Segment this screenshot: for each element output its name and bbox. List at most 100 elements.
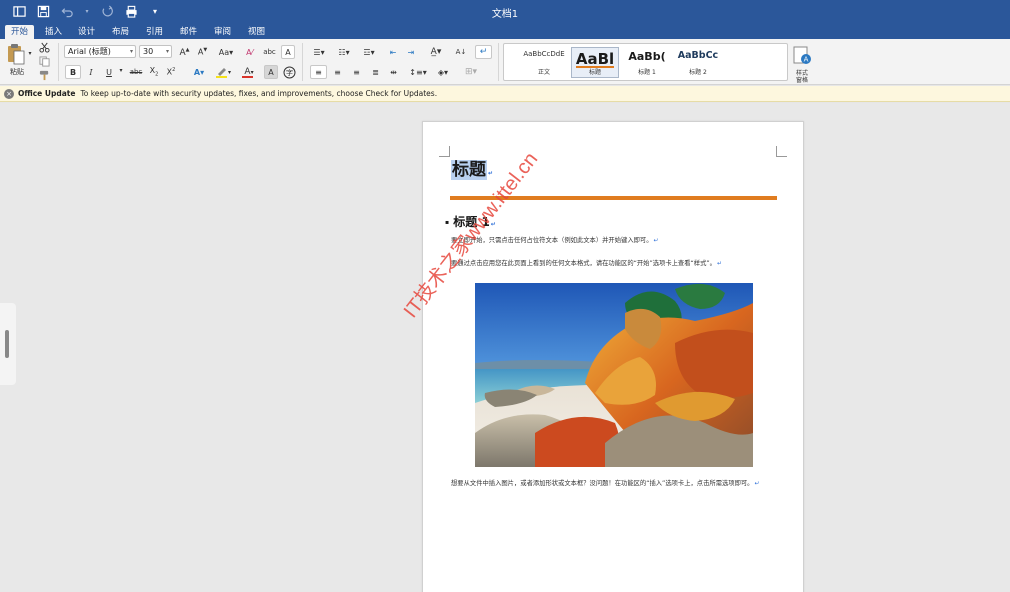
enclosed-character-icon: 字 — [283, 66, 296, 78]
margin-corner-marker — [439, 146, 450, 157]
styles-pane-label: 窗格 — [795, 76, 808, 84]
font-color-button[interactable]: A ▾ — [238, 65, 260, 79]
grow-font-button[interactable]: A▲ — [177, 45, 192, 59]
align-center-button[interactable]: ≡ — [329, 65, 346, 79]
style-heading-1[interactable]: AaBb( 标题 1 — [623, 47, 671, 78]
underline-icon: U — [106, 67, 112, 77]
character-shading-button[interactable]: A — [264, 65, 278, 79]
font-family-select[interactable]: Arial (标题) ▾ — [64, 45, 136, 58]
sort-icon: A↓ — [455, 48, 467, 56]
tab-home[interactable]: 开始 — [5, 25, 35, 39]
justify-button[interactable]: ≣ — [367, 65, 384, 79]
highlight-color-button[interactable]: ▾ — [211, 65, 236, 79]
paragraph-text: 要通过点击应用您在此页面上看到的任何文本格式，请在功能区的“开始”选项卡上查看“… — [451, 260, 716, 267]
body-paragraph[interactable]: 要立即开始，只需点击任何占位符文本（例如此文本）并开始键入即可。↵ — [451, 236, 781, 246]
align-left-button[interactable]: ≡ — [310, 65, 327, 79]
styles-gallery: AaBbCcDdE 正文 AaBl 标题 AaBb( 标题 1 AaBbCc 标… — [503, 43, 788, 81]
paragraph-text: 想要从文件中插入图片，或者添加形状或文本框？没问题！在功能区的“插入”选项卡上，… — [451, 480, 754, 487]
subscript-icon: X2 — [149, 66, 159, 78]
shading-button[interactable]: ◈▾ — [432, 65, 454, 79]
inserted-picture[interactable] — [475, 283, 753, 467]
style-heading-2[interactable]: AaBbCc 标题 2 — [674, 47, 722, 78]
close-icon[interactable]: × — [4, 89, 14, 99]
tab-insert[interactable]: 插入 — [39, 25, 68, 39]
style-preview: AaBb( — [628, 50, 666, 63]
tab-references[interactable]: 引用 — [140, 25, 169, 39]
asian-layout-button[interactable]: A̲▾ — [425, 45, 447, 59]
sort-button[interactable]: A↓ — [452, 45, 470, 59]
distributed-button[interactable]: ⇹ — [385, 65, 402, 79]
tab-mailings[interactable]: 邮件 — [174, 25, 203, 39]
italic-button[interactable]: I — [84, 65, 98, 79]
body-paragraph[interactable]: 要通过点击应用您在此页面上看到的任何文本格式，请在功能区的“开始”选项卡上查看“… — [451, 259, 781, 269]
multilevel-list-icon: ☲▾ — [363, 47, 375, 57]
increase-indent-button[interactable]: ⇥ — [403, 45, 419, 59]
style-name: 标题 — [588, 69, 601, 76]
font-size-select[interactable]: 30 ▾ — [139, 45, 172, 58]
sidebar-handle[interactable] — [0, 303, 16, 385]
phonetic-guide-icon: abc — [263, 48, 276, 56]
underline-dropdown-icon[interactable]: ▾ — [118, 67, 124, 74]
bold-button[interactable]: B — [65, 65, 81, 79]
superscript-button[interactable]: X2 — [164, 65, 178, 79]
decrease-indent-icon: ⇤ — [389, 47, 397, 57]
title-bar: ▾ ▾ 文档1 — [0, 0, 1010, 24]
phonetic-guide-button[interactable]: abc — [261, 45, 278, 59]
style-title[interactable]: AaBl 标题 — [571, 47, 619, 78]
copy-icon[interactable] — [38, 55, 50, 67]
tab-layout[interactable]: 布局 — [106, 25, 135, 39]
underline-button[interactable]: U — [102, 65, 116, 79]
clear-formatting-button[interactable]: A⁄ — [242, 45, 257, 59]
tab-design[interactable]: 设计 — [72, 25, 101, 39]
increase-indent-icon: ⇥ — [407, 47, 415, 57]
style-normal[interactable]: AaBbCcDdE 正文 — [520, 47, 568, 78]
tab-review[interactable]: 审阅 — [208, 25, 237, 39]
strikethrough-button[interactable]: abc — [127, 65, 145, 79]
font-color-swatch — [242, 76, 253, 78]
notification-message: To keep up-to-date with security updates… — [80, 89, 438, 98]
style-name: 标题 2 — [689, 69, 707, 76]
align-center-icon: ≡ — [334, 67, 341, 77]
svg-text:字: 字 — [286, 68, 293, 77]
paint-bucket-icon: ◈▾ — [437, 67, 449, 77]
paste-dropdown-icon[interactable]: ▾ — [27, 49, 33, 57]
show-formatting-button[interactable]: ↵ — [475, 45, 492, 59]
text-effects-button[interactable]: A▾ — [189, 65, 209, 79]
style-name: 标题 1 — [638, 69, 656, 76]
numbering-button[interactable]: ☷▾ — [333, 45, 355, 59]
borders-button[interactable]: ⊞▾ — [458, 65, 484, 79]
bullet-icon: ▪ — [445, 219, 450, 226]
clear-formatting-icon: A⁄ — [246, 47, 253, 57]
multilevel-list-button[interactable]: ☲▾ — [358, 45, 380, 59]
separator — [58, 43, 59, 81]
align-right-icon: ≡ — [353, 67, 360, 77]
enclose-characters-button[interactable]: 字 — [282, 65, 297, 79]
format-painter-icon[interactable] — [38, 69, 50, 81]
paragraph-mark-icon: ↵ — [754, 480, 760, 487]
tab-view[interactable]: 视图 — [242, 25, 271, 39]
paste-icon — [8, 44, 25, 65]
style-name: 正文 — [537, 69, 550, 76]
line-spacing-button[interactable]: ↕≡▾ — [407, 65, 429, 79]
paste-button[interactable] — [4, 42, 28, 66]
cut-icon[interactable] — [38, 41, 50, 53]
bullets-button[interactable]: ☰▾ — [308, 45, 330, 59]
highlight-color-swatch — [216, 76, 227, 78]
subscript-button[interactable]: X2 — [147, 65, 161, 79]
text-effects-icon: A▾ — [193, 67, 205, 77]
notification-title: Office Update — [18, 89, 76, 98]
document-page[interactable]: 标题 ↵ ▪ 标题 1↵ 要立即开始，只需点击任何占位符文本（例如此文本）并开始键… — [422, 121, 804, 592]
decrease-indent-button[interactable]: ⇤ — [385, 45, 401, 59]
style-accent-rule — [576, 66, 614, 68]
window-title: 文档1 — [491, 9, 519, 20]
styles-pane-button[interactable]: A — [790, 43, 814, 69]
separator — [302, 43, 303, 81]
align-right-button[interactable]: ≡ — [348, 65, 365, 79]
character-border-button[interactable]: A — [281, 45, 295, 59]
body-paragraph[interactable]: 想要从文件中插入图片，或者添加形状或文本框？没问题！在功能区的“插入”选项卡上，… — [451, 479, 777, 489]
shrink-font-icon: A▼ — [197, 47, 208, 57]
ribbon-home: ▾ 粘贴 Arial (标题) ▾ 30 ▾ A▲ A▼ Aa▾ A⁄ abc … — [0, 39, 1010, 85]
separator — [498, 43, 499, 81]
shrink-font-button[interactable]: A▼ — [195, 45, 210, 59]
change-case-button[interactable]: Aa▾ — [216, 45, 236, 59]
